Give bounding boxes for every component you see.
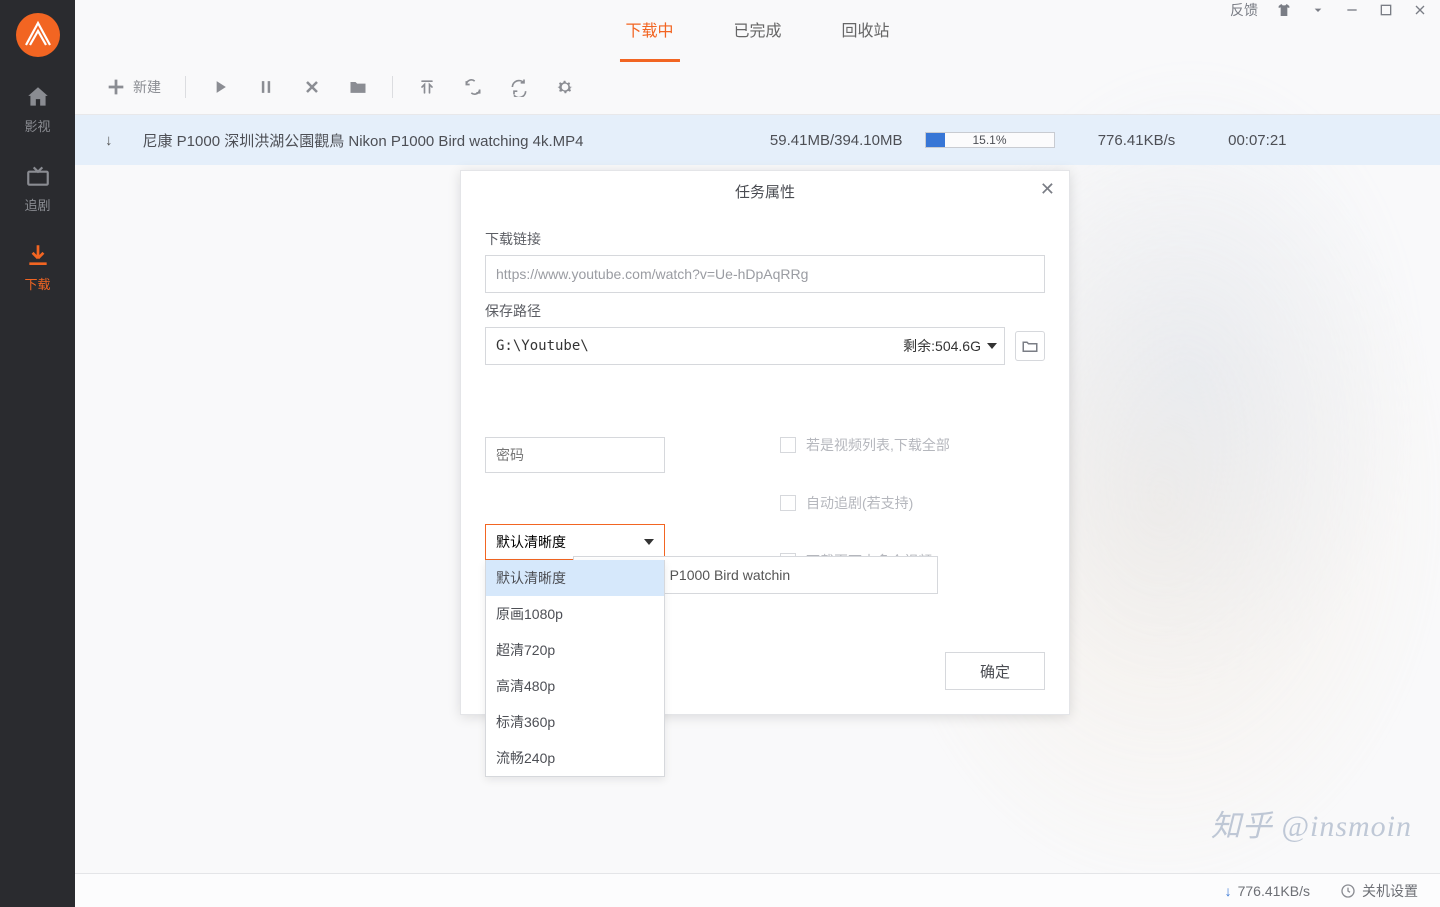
chk-playlist-row[interactable]: 若是视频列表,下载全部 [780, 435, 950, 455]
sidebar-item-label: 影视 [24, 116, 50, 135]
start-button[interactable] [200, 71, 240, 103]
status-speed: ↓ 776.41KB/s [1225, 883, 1310, 899]
url-label: 下载链接 [485, 229, 1045, 249]
progress-text: 15.1% [926, 133, 1054, 147]
refresh-button[interactable] [499, 71, 539, 103]
dialog-body: 下载链接 保存路径 剩余:504.6G [461, 211, 1069, 601]
settings-button[interactable] [545, 71, 585, 103]
sidebar-item-series[interactable]: 追剧 [0, 149, 75, 228]
refresh-icon [509, 77, 529, 97]
skin-icon[interactable] [1276, 2, 1292, 18]
chk-auto-label: 自动追剧(若支持) [806, 493, 913, 513]
chk-playlist-label: 若是视频列表,下载全部 [806, 435, 950, 455]
plus-icon [105, 76, 127, 98]
delete-button[interactable] [292, 71, 332, 103]
quality-option[interactable]: 原画1080p [486, 596, 664, 632]
download-size: 59.41MB/394.10MB [723, 132, 903, 149]
tab-done[interactable]: 已完成 [727, 0, 787, 62]
repeat-icon [463, 77, 483, 97]
watermark: 知乎 @insmoin [1211, 801, 1412, 845]
gear-icon [555, 77, 575, 97]
tab-downloading[interactable]: 下载中 [619, 0, 679, 62]
checkbox-icon [780, 437, 796, 453]
move-top-icon [417, 77, 437, 97]
remain-space[interactable]: 剩余:504.6G [903, 327, 997, 365]
app-logo [0, 0, 75, 70]
main-area: 下载中 已完成 回收站 反馈 新建 ↓ 尼康 P1000 深圳洪湖公園觀鳥 [75, 0, 1440, 907]
sidebar-item-label: 追剧 [24, 195, 50, 214]
quality-option[interactable]: 超清720p [486, 632, 664, 668]
dialog-row-pwd: 若是视频列表,下载全部 [485, 435, 1045, 475]
path-row: 剩余:504.6G [485, 327, 1045, 365]
sidebar-item-download[interactable]: 下载 [0, 228, 75, 307]
sidebar-item-media[interactable]: 影视 [0, 70, 75, 149]
menu-caret-icon[interactable] [1310, 2, 1326, 18]
folder-icon [348, 77, 368, 97]
quality-option[interactable]: 高清480p [486, 668, 664, 704]
repeat-button[interactable] [453, 71, 493, 103]
sidebar-item-label: 下载 [24, 274, 50, 293]
download-arrow-icon: ↓ [105, 132, 113, 149]
top-tabs: 下载中 已完成 回收站 [619, 0, 895, 62]
new-task-label: 新建 [133, 77, 161, 97]
download-arrow-icon: ↓ [1225, 883, 1232, 899]
dialog-title: 任务属性 [735, 181, 795, 202]
checkbox-icon [780, 495, 796, 511]
pause-icon [256, 77, 276, 97]
download-speed: 776.41KB/s [1077, 132, 1197, 149]
open-folder-button[interactable] [338, 71, 378, 103]
task-properties-dialog: 任务属性 ✕ 下载链接 保存路径 剩余:504.6G [460, 170, 1070, 715]
sidebar: 影视 追剧 下载 [0, 0, 75, 907]
download-row[interactable]: ↓ 尼康 P1000 深圳洪湖公園觀鳥 Nikon P1000 Bird wat… [75, 115, 1440, 165]
dialog-close-button[interactable]: ✕ [1040, 179, 1055, 200]
download-eta: 00:07:21 [1197, 132, 1287, 149]
titlebar: 下载中 已完成 回收站 反馈 [75, 0, 1440, 60]
url-input[interactable] [485, 255, 1045, 293]
feedback-link[interactable]: 反馈 [1230, 0, 1258, 20]
chk-auto-row[interactable]: 自动追剧(若支持) [780, 493, 932, 513]
new-task-button[interactable]: 新建 [95, 70, 171, 104]
close-icon[interactable] [1412, 2, 1428, 18]
ok-button[interactable]: 确定 [945, 652, 1045, 690]
quality-select[interactable]: 默认清晰度 默认清晰度 原画1080p 超清720p 高清480p 标清360p… [485, 524, 665, 560]
chevron-down-icon [987, 343, 997, 349]
quality-option[interactable]: 流畅240p [486, 740, 664, 776]
play-icon [210, 77, 230, 97]
maximize-icon[interactable] [1378, 2, 1394, 18]
dialog-header: 任务属性 ✕ [461, 171, 1069, 211]
shutdown-settings[interactable]: 关机设置 [1340, 881, 1418, 901]
chevron-down-icon [644, 539, 654, 545]
tab-trash[interactable]: 回收站 [836, 0, 896, 62]
download-filename: 尼康 P1000 深圳洪湖公園觀鳥 Nikon P1000 Bird watch… [143, 130, 723, 151]
quality-option[interactable]: 默认清晰度 [486, 560, 664, 596]
folder-open-icon [1021, 337, 1039, 355]
quality-option[interactable]: 标清360p [486, 704, 664, 740]
separator [392, 76, 393, 98]
statusbar: ↓ 776.41KB/s 关机设置 [75, 873, 1440, 907]
quality-selected: 默认清晰度 [496, 532, 566, 552]
pause-button[interactable] [246, 71, 286, 103]
clock-icon [1340, 883, 1356, 899]
separator [185, 76, 186, 98]
tv-icon [25, 163, 51, 189]
window-controls: 反馈 [1230, 0, 1428, 20]
password-input[interactable] [485, 437, 665, 473]
x-icon [302, 77, 322, 97]
progress-bar: 15.1% [925, 132, 1055, 148]
home-icon [25, 84, 51, 110]
move-top-button[interactable] [407, 71, 447, 103]
path-label: 保存路径 [485, 301, 1045, 321]
browse-folder-button[interactable] [1015, 331, 1045, 361]
progress-wrap: 15.1% [925, 132, 1055, 148]
download-icon [25, 242, 51, 268]
quality-dropdown: 默认清晰度 原画1080p 超清720p 高清480p 标清360p 流畅240… [485, 560, 665, 777]
minimize-icon[interactable] [1344, 2, 1360, 18]
